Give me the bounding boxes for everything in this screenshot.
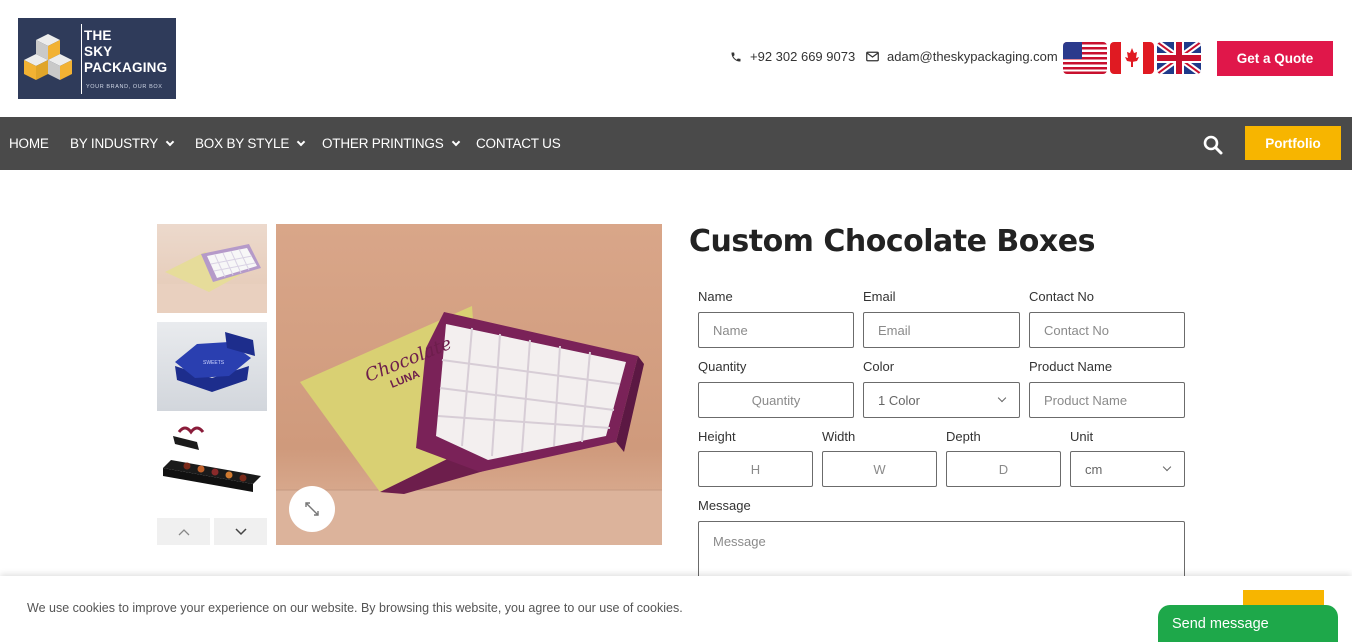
logo-line-3: PACKAGING [84,60,168,75]
gallery-next-button[interactable] [214,518,267,545]
nav-item-box-by-style[interactable]: BOX BY STYLE [195,117,306,170]
color-select-value: 1 Color [878,392,920,408]
unit-select[interactable]: cm [1070,451,1185,487]
width-field[interactable] [822,451,937,487]
unit-label: Unit [1070,429,1094,444]
nav-item-label: BY INDUSTRY [70,136,159,151]
expand-icon [305,502,319,516]
email-field[interactable] [863,312,1020,348]
name-field[interactable] [698,312,854,348]
logo-divider [81,24,82,94]
cookie-text: We use cookies to improve your experienc… [27,601,683,615]
nav-item-label: HOME [9,136,49,151]
site-logo[interactable]: THE SKY PACKAGING YOUR BRAND, OUR BOX [18,18,176,99]
logo-line-2: SKY [84,44,113,59]
search-button[interactable] [1202,134,1224,156]
chevron-down-icon [997,393,1007,403]
cookie-banner: We use cookies to improve your experienc… [0,576,1352,642]
us-flag-icon[interactable] [1063,42,1107,74]
message-label: Message [698,498,751,513]
logo-text: THE SKY PACKAGING [84,28,167,76]
nav-item-by-industry[interactable]: BY INDUSTRY [70,117,175,170]
phone-contact[interactable]: +92 302 669 9073 [730,49,855,64]
cubes-logo-icon [24,34,72,80]
chevron-down-icon [1162,462,1172,472]
main-product-image: Chocolate LUNA [276,224,662,545]
chevron-down-icon [234,527,247,535]
portfolio-button[interactable]: Portfolio [1245,126,1341,160]
height-label: Height [698,429,736,444]
height-field[interactable] [698,451,813,487]
get-quote-button[interactable]: Get a Quote [1217,41,1333,76]
product-thumbnail[interactable] [157,224,267,313]
name-label: Name [698,289,733,304]
depth-field[interactable] [946,451,1061,487]
chevron-down-icon [296,137,306,146]
depth-label: Depth [946,429,981,444]
logo-line-1: THE [84,28,112,43]
email-address: adam@theskypackaging.com [887,49,1058,64]
nav-item-label: CONTACT US [476,136,561,151]
nav-item-label: BOX BY STYLE [195,136,290,151]
svg-text:SWEETS: SWEETS [203,360,225,366]
nav-item-label: OTHER PRINTINGS [322,136,444,151]
quantity-label: Quantity [698,359,747,374]
product-thumbnail[interactable]: SWEETS [157,322,267,411]
phone-number: +92 302 669 9073 [750,49,856,64]
nav-item-contact-us[interactable]: CONTACT US [476,117,561,170]
product-name-label: Product Name [1029,359,1113,374]
contact-field[interactable] [1029,312,1185,348]
chevron-up-icon [178,528,189,535]
canada-flag-icon[interactable] [1110,42,1154,74]
width-label: Width [822,429,856,444]
uk-flag-icon[interactable] [1157,42,1201,74]
gallery-prev-button[interactable] [157,518,210,545]
nav-item-other-printings[interactable]: OTHER PRINTINGS [322,117,460,170]
phone-icon [731,52,741,61]
top-header: THE SKY PACKAGING YOUR BRAND, OUR BOX +9… [0,0,1352,117]
quantity-field[interactable] [698,382,854,418]
product-title: Custom Chocolate Boxes [689,224,1095,259]
page: THE SKY PACKAGING YOUR BRAND, OUR BOX +9… [0,0,1352,642]
product-thumbnail[interactable] [157,420,267,509]
email-label: Email [863,289,896,304]
color-label: Color [863,359,895,374]
color-select[interactable]: 1 Color [863,382,1020,418]
email-contact[interactable]: adam@theskypackaging.com [866,49,1058,64]
contact-label: Contact No [1029,289,1095,304]
unit-select-value: cm [1085,461,1103,477]
country-flags [1063,42,1201,74]
envelope-icon [866,51,879,62]
chevron-down-icon [165,137,175,146]
send-message-button[interactable]: Send message [1158,605,1338,642]
image-zoom-button[interactable] [289,486,335,532]
nav-item-home[interactable]: HOME [9,117,49,170]
chevron-down-icon [451,137,460,146]
search-icon [1203,135,1223,155]
product-name-field[interactable] [1029,382,1185,418]
logo-tagline: YOUR BRAND, OUR BOX [86,84,163,90]
